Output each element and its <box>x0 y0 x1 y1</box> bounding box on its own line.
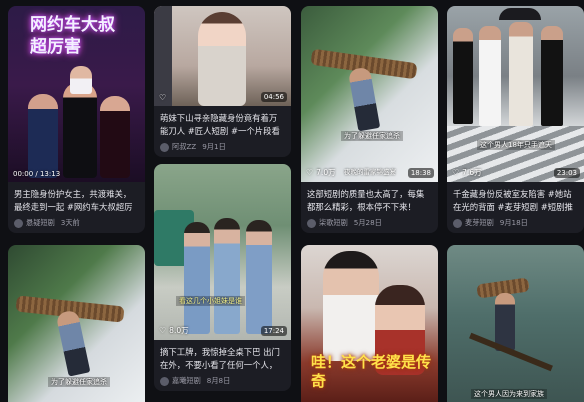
video-title[interactable]: 这部短剧的质量也太高了，每集都那么精彩，根本停不下来！ <box>307 188 432 214</box>
poster-title: 哇！这个老婆是传奇 <box>311 353 432 390</box>
author-name[interactable]: 嘉曦短剧 <box>172 376 201 386</box>
video-thumbnail[interactable]: 为了躲避任家追杀 <box>8 245 145 402</box>
author-name[interactable]: 悬疑短剧 <box>26 218 55 228</box>
character-figure <box>70 66 92 94</box>
character-figure <box>541 26 563 126</box>
post-date: 3天前 <box>60 218 80 227</box>
like-count: ♡ 7.0万 <box>306 168 336 177</box>
video-title[interactable]: 男主隐身份护女主，共渡难关，最终走到一起 #网约车大叔超厉害 #天桥短剧 <box>14 188 139 214</box>
video-caption: 这个男人18年只手遮天 <box>477 140 555 150</box>
post-date: 9月1日 <box>202 142 226 151</box>
character-figure <box>63 82 97 178</box>
playback-time: 00:00 / 13:13 <box>13 170 61 178</box>
heart-icon: ♡ <box>159 93 167 102</box>
author-name[interactable]: 阿叔ZZ <box>172 142 196 152</box>
avatar-icon <box>307 218 316 228</box>
author-name[interactable]: 柒歌短剧 <box>319 218 348 228</box>
author-name[interactable]: 麦芽短剧 <box>465 218 494 228</box>
video-card[interactable]: 网约车大叔超厉害 00:00 / 13:13 男主隐身份护女主，共渡难关，最终走… <box>8 6 145 233</box>
card-info: 千金藏身份反被室友陷害 #她站在光的背面 #麦芽短剧 #短剧推荐 麦芽短剧 9月… <box>447 182 584 233</box>
character-figure <box>495 293 515 351</box>
video-thumbnail[interactable]: ♡ 04:56 <box>154 6 291 106</box>
like-count: ♡ 7.6万 <box>452 168 482 177</box>
card-info: 男主隐身份护女主，共渡难关，最终走到一起 #网约车大叔超厉害 #天桥短剧 悬疑短… <box>8 182 145 233</box>
post-date: 8月8日 <box>206 376 231 385</box>
card-info: 摘下工牌，我惊掉全桌下巴 出门在外，不要小看了任何一个人，因为他... 嘉曦短剧… <box>154 340 291 391</box>
video-thumbnail[interactable]: 这个男人18年只手遮天 ♡ 7.6万 23:03 <box>447 6 584 182</box>
character-figure <box>28 94 58 178</box>
avatar-icon <box>14 218 23 228</box>
heart-icon: ♡ <box>306 168 314 177</box>
video-thumbnail[interactable]: 这个男人因为来到家族 <box>447 245 584 402</box>
umbrella <box>499 8 541 20</box>
video-duration: 17:24 <box>260 326 287 336</box>
like-count: ♡ <box>159 93 169 102</box>
character-figure <box>323 251 379 361</box>
character-figure <box>509 22 533 126</box>
heart-icon: ♡ <box>159 326 167 335</box>
avatar-icon <box>160 142 169 152</box>
character-figure <box>154 6 172 106</box>
video-caption: 为了躲避任家追杀 <box>48 377 110 387</box>
video-title[interactable]: 萌妹下山寻亲隐藏身份竟有着万能刀人 #匠人短剧 #一个片段看了整部剧 <box>160 112 285 138</box>
video-thumbnail[interactable]: 网约车大叔超厉害 00:00 / 13:13 <box>8 6 145 182</box>
video-duration: 18:38 <box>407 168 434 178</box>
character-figure <box>198 12 246 106</box>
video-caption: 这个男人因为来到家族 <box>471 389 547 399</box>
video-duration: 04:56 <box>260 92 287 102</box>
avatar-icon <box>453 218 462 228</box>
character-figure <box>214 218 240 334</box>
video-thumbnail[interactable]: 为了躲避任家追杀 夜晚的雷家锦盛宴 ♡ 7.0万 18:38 <box>301 6 438 182</box>
video-thumbnail[interactable]: 看这几个小姐妹是谁 ♡ 8.0万 17:24 <box>154 164 291 340</box>
video-thumbnail[interactable]: 哇！这个老婆是传奇 <box>301 245 438 402</box>
character-figure <box>55 309 91 377</box>
video-card[interactable]: ♡ 04:56 萌妹下山寻亲隐藏身份竟有着万能刀人 #匠人短剧 #一个片段看了整… <box>154 6 291 157</box>
video-card[interactable]: 这个男人18年只手遮天 ♡ 7.6万 23:03 千金藏身份反被室友陷害 #她站在… <box>447 6 584 233</box>
video-card[interactable]: 这个男人因为来到家族 <box>447 245 584 402</box>
character-figure <box>453 28 473 124</box>
video-title[interactable]: 摘下工牌，我惊掉全桌下巴 出门在外，不要小看了任何一个人，因为他... <box>160 346 285 372</box>
video-card[interactable]: 看这几个小姐妹是谁 ♡ 8.0万 17:24 摘下工牌，我惊掉全桌下巴 出门在外，… <box>154 164 291 391</box>
like-count: ♡ 8.0万 <box>159 326 189 335</box>
poster-title: 网约车大叔超厉害 <box>30 15 115 57</box>
video-subcaption: 夜晚的雷家锦盛宴 <box>344 168 396 176</box>
card-info: 这部短剧的质量也太高了，每集都那么精彩，根本停不下来！ 柒歌短剧 5月28日 <box>301 182 438 233</box>
video-caption: 看这几个小姐妹是谁 <box>176 296 245 306</box>
character-figure <box>347 66 381 132</box>
video-card[interactable]: 为了躲避任家追杀 <box>8 245 145 402</box>
character-figure <box>479 26 501 126</box>
character-figure <box>184 222 210 334</box>
avatar-icon <box>160 376 169 386</box>
post-date: 5月28日 <box>353 218 382 227</box>
video-caption: 为了躲避任家追杀 <box>341 131 403 141</box>
video-title[interactable]: 千金藏身份反被室友陷害 #她站在光的背面 #麦芽短剧 #短剧推荐 <box>453 188 578 214</box>
video-card[interactable]: 哇！这个老婆是传奇 <box>301 245 438 402</box>
video-duration: 23:03 <box>553 168 580 178</box>
heart-icon: ♡ <box>452 168 460 177</box>
card-info: 萌妹下山寻亲隐藏身份竟有着万能刀人 #匠人短剧 #一个片段看了整部剧 阿叔ZZ … <box>154 106 291 157</box>
video-card[interactable]: 为了躲避任家追杀 夜晚的雷家锦盛宴 ♡ 7.0万 18:38 这部短剧的质量也太高… <box>301 6 438 233</box>
character-figure <box>100 96 130 178</box>
character-figure <box>246 220 272 334</box>
post-date: 9月18日 <box>499 218 528 227</box>
